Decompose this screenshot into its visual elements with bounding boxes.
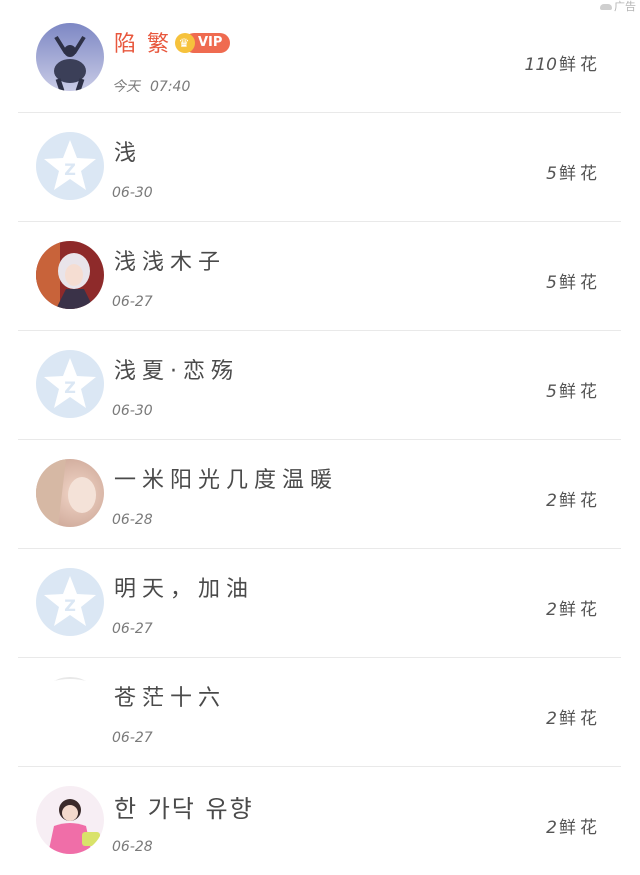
- list-item[interactable]: 苍茫十六 06-27 2 鲜花: [18, 658, 621, 767]
- avatar[interactable]: [36, 786, 104, 854]
- user-name: 浅: [114, 141, 143, 166]
- send-time: 06-28: [112, 839, 153, 855]
- send-time: 06-28: [112, 512, 153, 528]
- list-item[interactable]: 一米阳光几度温暖 06-28 2 鲜花: [18, 440, 621, 549]
- avatar[interactable]: [36, 459, 104, 527]
- svg-text:Z: Z: [64, 378, 76, 397]
- list-item[interactable]: Z 浅夏·恋殇 06-30 5 鲜花: [18, 331, 621, 440]
- list-item[interactable]: 浅浅木子 06-27 5 鲜花: [18, 222, 621, 331]
- flower-count: 2 鲜花: [546, 818, 601, 838]
- list-item[interactable]: 한 가닥 유향 06-28 2 鲜花: [18, 767, 621, 875]
- send-time: 今天 07:40: [112, 79, 191, 95]
- flower-count: 2 鲜花: [546, 491, 601, 511]
- avatar[interactable]: [36, 23, 104, 91]
- send-time: 06-27: [112, 621, 153, 637]
- qq-default-avatar-icon[interactable]: Z: [36, 568, 104, 636]
- list-item[interactable]: Z 明天，加油 06-27 2 鲜花: [18, 549, 621, 658]
- flower-count: 2 鲜花: [546, 709, 601, 729]
- user-name: 明天，加油: [114, 577, 255, 602]
- list-item[interactable]: Z 浅 06-30 5 鲜花: [18, 113, 621, 222]
- send-time: 06-27: [112, 294, 153, 310]
- qq-default-avatar-icon[interactable]: Z: [36, 132, 104, 200]
- user-name: 浅夏·恋殇: [114, 359, 239, 384]
- flower-count: 110 鲜花: [524, 55, 601, 75]
- flower-count: 5 鲜花: [546, 382, 601, 402]
- flower-count: 2 鲜花: [546, 600, 601, 620]
- user-name: 一米阳光几度温暖: [114, 468, 339, 493]
- crown-icon: ♛: [175, 32, 195, 53]
- vip-badge: ♛ VIP: [175, 30, 231, 55]
- user-name: 한 가닥 유향: [114, 795, 254, 823]
- list-item[interactable]: 陷 繁 ♛ VIP 今天 07:40 110 鲜花: [18, 4, 621, 113]
- user-name: 浅浅木子: [114, 250, 227, 275]
- flower-count: 5 鲜花: [546, 164, 601, 184]
- flower-ranking-list: 陷 繁 ♛ VIP 今天 07:40 110 鲜花 Z 浅 06-30 5 鲜花 浅浅木子…: [18, 4, 621, 875]
- svg-text:Z: Z: [64, 160, 76, 179]
- avatar[interactable]: [36, 241, 104, 309]
- user-name: 陷 繁 ♛ VIP: [114, 26, 231, 58]
- qq-default-avatar-icon[interactable]: Z: [36, 350, 104, 418]
- avatar[interactable]: [36, 677, 104, 745]
- flower-count: 5 鲜花: [546, 273, 601, 293]
- svg-text:Z: Z: [64, 596, 76, 615]
- send-time: 06-27: [112, 730, 153, 746]
- send-time: 06-30: [112, 403, 153, 419]
- send-time: 06-30: [112, 185, 153, 201]
- user-name: 苍茫十六: [114, 686, 227, 711]
